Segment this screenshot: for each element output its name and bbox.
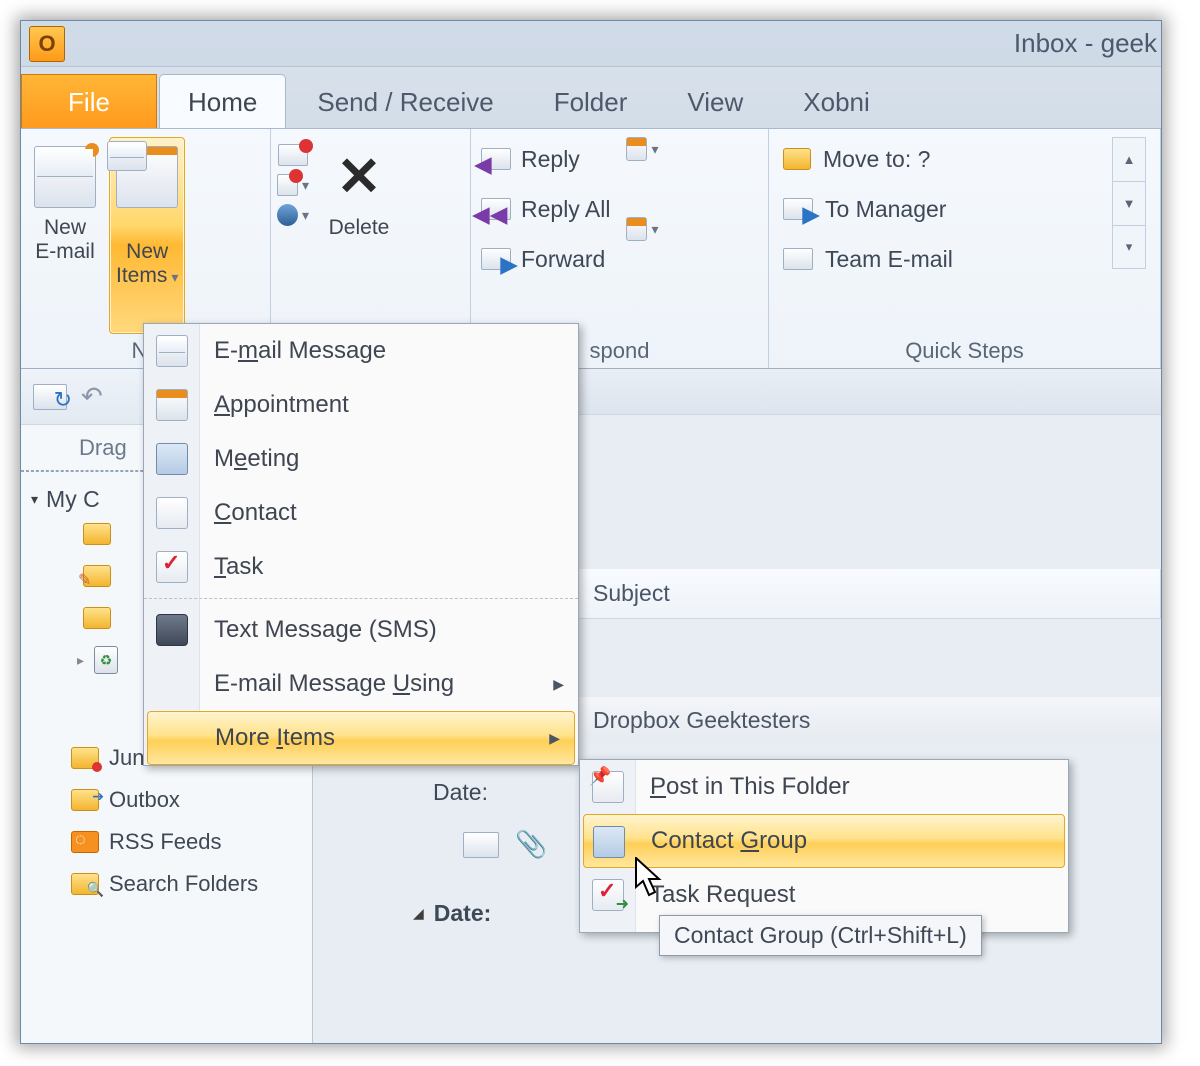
menu-separator [144, 598, 578, 599]
people-icon [156, 443, 188, 475]
folder-rss[interactable]: RSS Feeds [31, 821, 312, 863]
menuitem-post-in-folder[interactable]: 📌 Post in This Folder [580, 760, 1068, 814]
folder-search[interactable]: 🔍Search Folders [31, 863, 312, 905]
ribbon-tabstrip: File Home Send / Receive Folder View Xob… [21, 67, 1161, 129]
new-items-button[interactable]: New Items▾ [109, 137, 185, 334]
pin-note-icon: 📌 [592, 771, 624, 803]
quickstep-move-to[interactable]: Move to: ? [783, 137, 953, 181]
task-icon [156, 551, 188, 583]
scroll-down-icon[interactable]: ▼ [1112, 181, 1146, 225]
trash-icon: ♻ [94, 646, 118, 674]
chevron-down-icon: ▾ [31, 491, 38, 508]
outlook-window: O Inbox - geek File Home Send / Receive … [20, 20, 1162, 1044]
more-respond-button[interactable]: ▾ [626, 217, 658, 241]
expand-gallery-icon[interactable]: ▾ [1112, 225, 1146, 269]
delete-x-icon: ✕ [328, 146, 390, 208]
chevron-down-icon: ◢ [413, 905, 424, 922]
delete-button[interactable]: ✕ Delete [321, 137, 397, 245]
contact-group-icon [593, 826, 625, 858]
calendar-stack-icon [116, 146, 178, 208]
ignore-button[interactable] [277, 143, 309, 167]
phone-icon [156, 614, 188, 646]
reply-button[interactable]: ◀Reply [481, 137, 610, 181]
team-mail-icon [783, 248, 813, 270]
new-email-label: New E-mail [35, 216, 95, 264]
folder-icon [83, 523, 111, 545]
rss-icon [71, 831, 99, 853]
tab-home[interactable]: Home [159, 74, 286, 128]
outbox-folder-icon: ➔ [71, 789, 99, 811]
quick-steps-gallery-scroll[interactable]: ▲ ▼ ▾ [1112, 137, 1146, 334]
menuitem-task[interactable]: Task [144, 540, 578, 594]
menuitem-meeting[interactable]: Meeting [144, 432, 578, 486]
attachment-icon: 📎 [515, 829, 547, 860]
menuitem-appointment[interactable]: Appointment [144, 378, 578, 432]
window-title: Inbox - geek [1014, 28, 1161, 59]
tab-file[interactable]: File [21, 74, 157, 128]
undo-icon[interactable]: ↶ [81, 381, 103, 412]
chevron-down-icon: ▾ [171, 269, 178, 285]
reply-all-button[interactable]: ◀◀Reply All [481, 187, 610, 231]
chevron-down-icon: ▾ [302, 207, 309, 224]
quickstep-team-email[interactable]: Team E-mail [783, 237, 953, 281]
tab-send-receive[interactable]: Send / Receive [288, 74, 522, 128]
folder-move-icon [783, 148, 811, 170]
search-folder-icon: 🔍 [71, 873, 99, 895]
title-bar: O Inbox - geek [21, 21, 1161, 67]
tooltip-contact-group-shortcut: Contact Group (Ctrl+Shift+L) [659, 915, 982, 956]
envelope-icon [463, 832, 499, 858]
scroll-up-icon[interactable]: ▲ [1112, 137, 1146, 181]
task-request-icon: ➜ [592, 879, 624, 911]
folder-icon: ✎ [83, 565, 111, 587]
new-email-button[interactable]: New E-mail [27, 137, 103, 334]
outlook-app-icon: O [29, 26, 65, 62]
send-receive-icon[interactable]: ↻ [33, 384, 67, 410]
menuitem-text-message-sms[interactable]: Text Message (SMS) [144, 603, 578, 657]
ribbon-group-quick-steps: Move to: ? ▶To Manager Team E-mail ▲ ▼ ▾… [769, 129, 1161, 368]
cleanup-button[interactable]: ▾ [277, 173, 309, 197]
menuitem-email-message-using[interactable]: E-mail Message Using [144, 657, 578, 711]
calendar-icon [156, 389, 188, 421]
menuitem-more-items[interactable]: More Items [147, 711, 575, 765]
menu-new-items: E-mail Message Appointment Meeting Conta… [143, 323, 579, 766]
chevron-right-icon: ▸ [77, 652, 84, 669]
menuitem-contact[interactable]: Contact [144, 486, 578, 540]
folder-outbox[interactable]: ➔Outbox [31, 779, 312, 821]
meeting-reply-button[interactable]: ▾ [626, 137, 658, 161]
col-subject[interactable]: Subject [579, 569, 1161, 618]
junk-folder-icon [71, 747, 99, 769]
folder-icon [83, 607, 111, 629]
group-quick-steps-label: Quick Steps [769, 338, 1160, 364]
mail-forward-icon: ▶ [783, 198, 813, 220]
tab-folder[interactable]: Folder [525, 74, 657, 128]
new-items-label: New Items [116, 240, 168, 287]
tab-xobni[interactable]: Xobni [774, 74, 899, 128]
menuitem-email-message[interactable]: E-mail Message [144, 324, 578, 378]
delete-label: Delete [329, 216, 390, 240]
cursor-icon [635, 857, 665, 899]
contact-card-icon [156, 497, 188, 529]
envelope-icon [156, 335, 188, 367]
tab-view[interactable]: View [658, 74, 772, 128]
menu-more-items: 📌 Post in This Folder Contact Group ➜ Ta… [579, 759, 1069, 933]
quickstep-to-manager[interactable]: ▶To Manager [783, 187, 953, 231]
junk-button[interactable]: ▾ [277, 203, 309, 227]
forward-button[interactable]: ▶Forward [481, 237, 610, 281]
envelope-icon [34, 146, 96, 208]
chevron-down-icon: ▾ [302, 177, 309, 194]
